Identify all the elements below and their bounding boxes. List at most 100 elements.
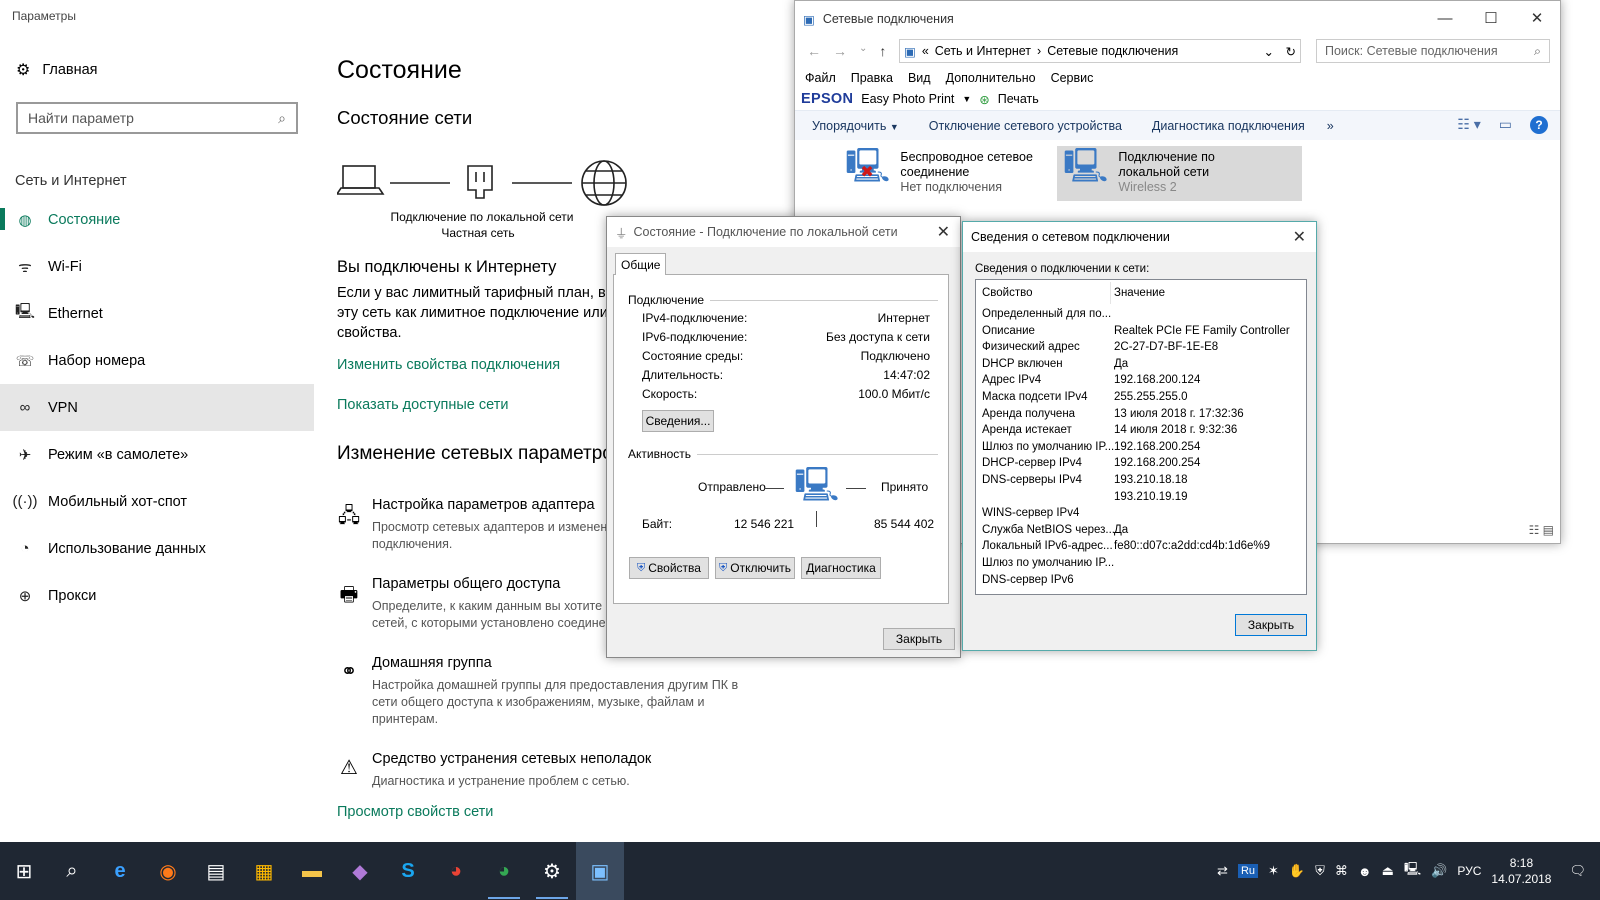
chrome-profile-icon[interactable]: ◕ <box>480 851 528 899</box>
lan-connection-item[interactable]: 🖳 Подключение по локальной сети Wireless… <box>1057 146 1302 201</box>
refresh-icon[interactable]: ↻ <box>1286 44 1296 59</box>
disable-button[interactable]: ⛨ Отключить <box>715 557 795 579</box>
details-row[interactable]: Описание Realtek PCIe FE Family Controlle… <box>982 323 1302 339</box>
address-path[interactable]: ▣ « Сеть и Интернет › Сетевые подключени… <box>899 39 1301 63</box>
details-row[interactable]: Локальный IPv6-адрес... fe80::d07c:a2dd:c… <box>982 538 1302 554</box>
game-icon[interactable]: ◆ <box>336 851 384 891</box>
details-row[interactable]: Физический адрес 2C-27-D7-BF-1E-E8 <box>982 339 1302 355</box>
easy-photo-print-button[interactable]: Easy Photo Print <box>861 92 954 106</box>
network-share-tray-icon[interactable]: ⌘ <box>1335 863 1348 879</box>
details-close-button[interactable]: Закрыть <box>1235 614 1307 636</box>
edge-browser-icon[interactable]: e <box>96 851 144 891</box>
details-row[interactable]: Аренда получена 13 июля 2018 г. 17:32:36 <box>982 406 1302 422</box>
ru-badge[interactable]: Ru <box>1237 864 1259 878</box>
clock[interactable]: 8:18 14.07.2018 <box>1491 855 1551 887</box>
firefox-icon[interactable]: ◉ <box>144 851 192 891</box>
back-arrow-icon[interactable]: ← <box>807 43 821 59</box>
troubleshooter-item[interactable]: ⚠ Средство устранения сетевых неполадок … <box>337 751 757 796</box>
menu-view[interactable]: Вид <box>908 71 931 85</box>
properties-button[interactable]: ⛨ Свойства <box>629 557 709 579</box>
nav-item-status[interactable]: ◍ Состояние <box>0 196 314 243</box>
details-row[interactable]: DHCP-сервер IPv4 192.168.200.254 <box>982 455 1302 471</box>
file-explorer-icon[interactable]: ▬ <box>288 851 336 891</box>
organize-button[interactable]: Упорядочить ▼ <box>812 119 899 133</box>
hand-tray-icon[interactable]: ✋ <box>1289 863 1305 879</box>
details-row[interactable]: 193.210.19.19 <box>982 489 1302 505</box>
notifications-icon[interactable]: 🗨 <box>1569 863 1586 879</box>
details-row[interactable]: Служба NetBIOS через... Да <box>982 522 1302 538</box>
details-row[interactable]: Шлюз по умолчанию IP... 192.168.200.254 <box>982 439 1302 455</box>
column-header-property[interactable]: Свойство <box>982 287 1114 299</box>
details-row[interactable]: Маска подсети IPv4 255.255.255.0 <box>982 389 1302 405</box>
details-row[interactable]: Аренда истекает 14 июля 2018 г. 9:32:36 <box>982 422 1302 438</box>
app-icon[interactable]: ▤ <box>192 851 240 891</box>
details-row[interactable]: WINS-сервер IPv4 <box>982 505 1302 521</box>
menu-edit[interactable]: Правка <box>851 71 893 85</box>
close-icon[interactable]: ✕ <box>1293 227 1306 247</box>
column-header-value[interactable]: Значение <box>1114 287 1165 299</box>
breadcrumb-segment[interactable]: Сетевые подключения <box>1047 44 1178 58</box>
nav-item-vpn[interactable]: ∞ VPN <box>0 384 314 431</box>
dropdown-arrow-icon[interactable]: ▼ <box>962 94 971 104</box>
nav-item-hotspot[interactable]: ((·)) Мобильный хот-спот <box>0 478 314 525</box>
tray-app-icon[interactable]: ✶ <box>1268 863 1279 879</box>
search-icon[interactable]: ⌕ <box>48 851 96 891</box>
change-connection-properties-link[interactable]: Изменить свойства подключения <box>337 357 560 373</box>
details-row[interactable]: Адрес IPv4 192.168.200.124 <box>982 372 1302 388</box>
store-icon[interactable]: ▦ <box>240 851 288 891</box>
nav-item-wifi[interactable]: ᯤ Wi-Fi <box>0 243 314 290</box>
details-list[interactable]: Свойство Значение Определенный для по...… <box>975 279 1307 595</box>
eject-tray-icon[interactable]: ⏏ <box>1382 863 1394 879</box>
volume-icon[interactable]: 🔊 <box>1431 863 1447 879</box>
teamviewer-tray-icon[interactable]: ⇄ <box>1217 863 1228 879</box>
network-tray-icon[interactable]: 🖳 <box>1404 860 1421 882</box>
show-available-networks-link[interactable]: Показать доступные сети <box>337 397 508 413</box>
menu-advanced[interactable]: Дополнительно <box>946 71 1036 85</box>
forward-arrow-icon[interactable]: → <box>833 43 847 59</box>
windows-start-icon[interactable]: ⊞ <box>0 851 48 891</box>
shield-tray-icon[interactable]: ⛨ <box>1315 863 1325 879</box>
details-row[interactable]: DHCP включен Да <box>982 356 1302 372</box>
menu-tools[interactable]: Сервис <box>1051 71 1094 85</box>
details-row[interactable]: DNS-серверы IPv4 193.210.18.18 <box>982 472 1302 488</box>
preview-pane-icon[interactable]: ▭ <box>1499 116 1512 134</box>
view-network-properties-link[interactable]: Просмотр свойств сети <box>337 804 493 820</box>
antivirus-tray-icon[interactable]: ☻ <box>1358 864 1372 879</box>
nav-item-ethernet[interactable]: 🖳 Ethernet <box>0 290 314 337</box>
nav-item-data-usage[interactable]: ◔ Использование данных <box>0 525 314 572</box>
status-close-button[interactable]: Закрыть <box>883 628 955 650</box>
skype-icon[interactable]: S <box>384 851 432 891</box>
maximize-icon[interactable]: ☐ <box>1468 1 1514 35</box>
view-toggle-icons[interactable]: ☷ ▤ <box>1529 523 1554 537</box>
print-button[interactable]: Печать <box>998 92 1039 106</box>
network-connections-taskbar-icon[interactable]: ▣ <box>576 842 624 900</box>
minimize-icon[interactable]: — <box>1422 1 1468 35</box>
disable-device-button[interactable]: Отключение сетевого устройства <box>929 119 1122 133</box>
nav-item-dialup[interactable]: ☏ Набор номера <box>0 337 314 384</box>
settings-gear-icon[interactable]: ⚙ <box>528 851 576 899</box>
close-icon[interactable]: ✕ <box>1514 1 1560 35</box>
close-icon[interactable]: ✕ <box>937 222 950 242</box>
nav-home[interactable]: ⚙ Главная <box>16 60 98 80</box>
language-indicator[interactable]: РУС <box>1457 864 1481 878</box>
path-dropdown-icon[interactable]: ⌄ <box>1264 44 1274 59</box>
view-options-icon[interactable]: ☷ ▾ <box>1457 116 1480 134</box>
tab-general[interactable]: Общие <box>615 253 667 275</box>
diagnose-connection-button[interactable]: Диагностика подключения <box>1152 119 1305 133</box>
wireless-connection-item[interactable]: 🖳✖ Беспроводное сетевое соединение Нет п… <box>839 146 1084 201</box>
more-commands-button[interactable]: » <box>1327 119 1334 133</box>
nav-item-proxy[interactable]: ⊕ Прокси <box>0 572 314 619</box>
explorer-search-input[interactable]: Поиск: Сетевые подключения ⌕ <box>1316 39 1550 63</box>
nav-item-airplane[interactable]: ✈ Режим «в самолете» <box>0 431 314 478</box>
settings-search-input[interactable]: Найти параметр ⌕ <box>16 102 298 134</box>
breadcrumb-segment[interactable]: Сеть и Интернет <box>935 44 1031 58</box>
details-row[interactable]: Шлюз по умолчанию IP... <box>982 555 1302 571</box>
recent-chevron-icon[interactable]: ⌄ <box>859 43 867 59</box>
homegroup-item[interactable]: ⚭ Домашняя группа Настройка домашней гру… <box>337 655 757 730</box>
menu-file[interactable]: Файл <box>805 71 836 85</box>
details-row[interactable]: Определенный для по... <box>982 306 1302 322</box>
up-arrow-icon[interactable]: ↑ <box>879 43 886 59</box>
details-row[interactable]: DNS-сервер IPv6 <box>982 572 1302 588</box>
details-button[interactable]: Сведения... <box>642 410 714 432</box>
diagnose-button[interactable]: Диагностика <box>801 557 881 579</box>
